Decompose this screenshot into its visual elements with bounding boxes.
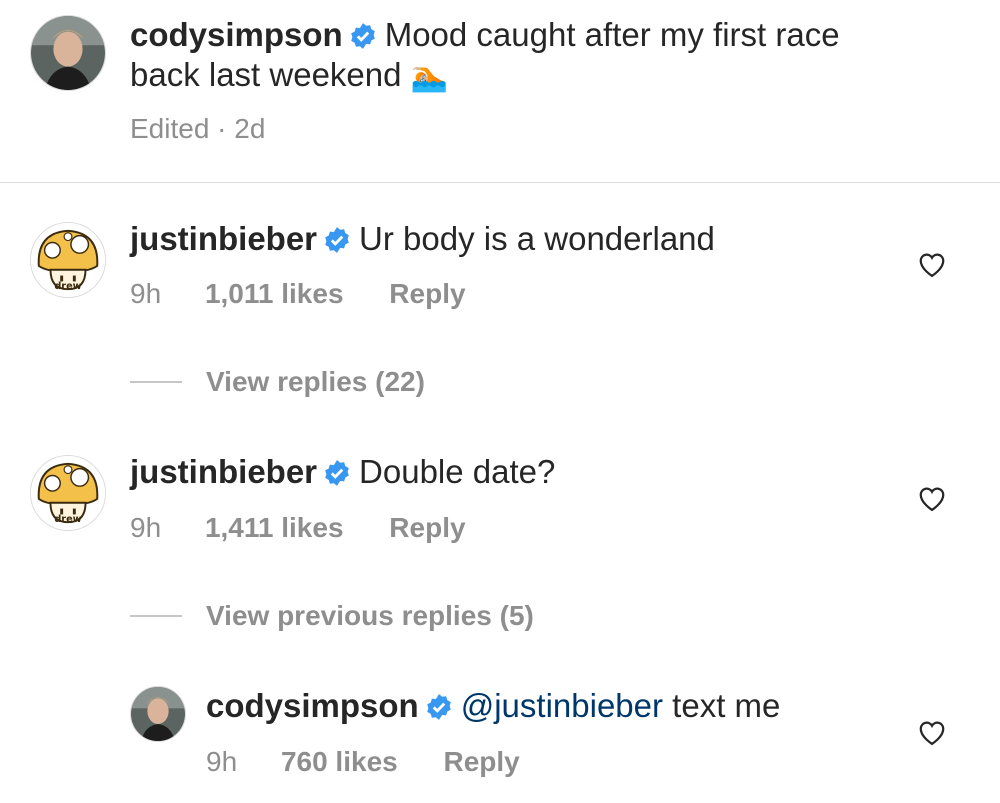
post-caption-text-2: back last weekend	[130, 56, 402, 93]
caption-divider	[0, 182, 1000, 183]
heart-outline-icon[interactable]	[917, 250, 947, 278]
avatar-drew-text: drew	[54, 281, 81, 292]
post-caption-text-1: Mood caught after my first race	[384, 16, 840, 53]
comment-2-line: justinbieber Double date?	[130, 452, 555, 492]
comment-1-username[interactable]: justinbieber	[130, 220, 317, 257]
swimmer-emoji: 🏊🏼	[410, 60, 449, 93]
verified-badge-icon	[350, 23, 375, 49]
view-replies-button-1[interactable]: View replies (22)	[206, 366, 425, 398]
post-username[interactable]: codysimpson	[130, 16, 343, 53]
reply-likes[interactable]: 760 likes	[281, 746, 398, 777]
post-caption-line-2: back last weekend 🏊🏼	[130, 55, 448, 97]
avatar-justinbieber[interactable]: drew	[30, 222, 106, 298]
reply-line: codysimpson @justinbieber text me	[206, 686, 780, 726]
post-caption-line-1: codysimpson Mood caught after my first ra…	[130, 15, 840, 55]
comment-2-username[interactable]: justinbieber	[130, 453, 317, 490]
reply-username[interactable]: codysimpson	[206, 687, 419, 724]
heart-outline-icon[interactable]	[917, 484, 947, 512]
reply-time: 9h	[206, 746, 238, 777]
comment-1-text: Ur body is a wonderland	[359, 220, 715, 257]
replies-thread-line	[130, 381, 182, 383]
reply-text: text me	[663, 687, 781, 724]
avatar-codysimpson[interactable]	[130, 686, 186, 742]
comment-1-reply-button[interactable]: Reply	[389, 278, 465, 309]
comment-1-line: justinbieber Ur body is a wonderland	[130, 219, 715, 259]
avatar-drew-text: drew	[54, 514, 81, 525]
comment-2-text: Double date?	[359, 453, 556, 490]
replies-thread-line	[130, 615, 182, 617]
avatar-justinbieber[interactable]: drew	[30, 455, 106, 531]
verified-badge-icon	[426, 694, 451, 720]
avatar-codysimpson[interactable]	[30, 15, 106, 91]
verified-badge-icon	[325, 227, 349, 253]
reply-mention-link[interactable]: @justinbieber	[461, 687, 663, 724]
comment-1-time: 9h	[130, 278, 162, 309]
reply-reply-button[interactable]: Reply	[444, 746, 520, 777]
comment-2-time: 9h	[130, 512, 162, 543]
post-edited-time: Edited · 2d	[130, 113, 266, 144]
comment-1-likes[interactable]: 1,011 likes	[205, 278, 344, 309]
comment-1-meta: 9h 1,011 likes Reply	[130, 278, 466, 310]
verified-badge-icon	[325, 460, 349, 486]
reply-meta: 9h 760 likes Reply	[206, 746, 520, 778]
comment-2-reply-button[interactable]: Reply	[389, 512, 465, 543]
heart-outline-icon[interactable]	[917, 718, 947, 746]
comment-2-meta: 9h 1,411 likes Reply	[130, 512, 466, 544]
comment-2-likes[interactable]: 1,411 likes	[205, 512, 344, 543]
view-replies-button-2[interactable]: View previous replies (5)	[206, 600, 534, 632]
